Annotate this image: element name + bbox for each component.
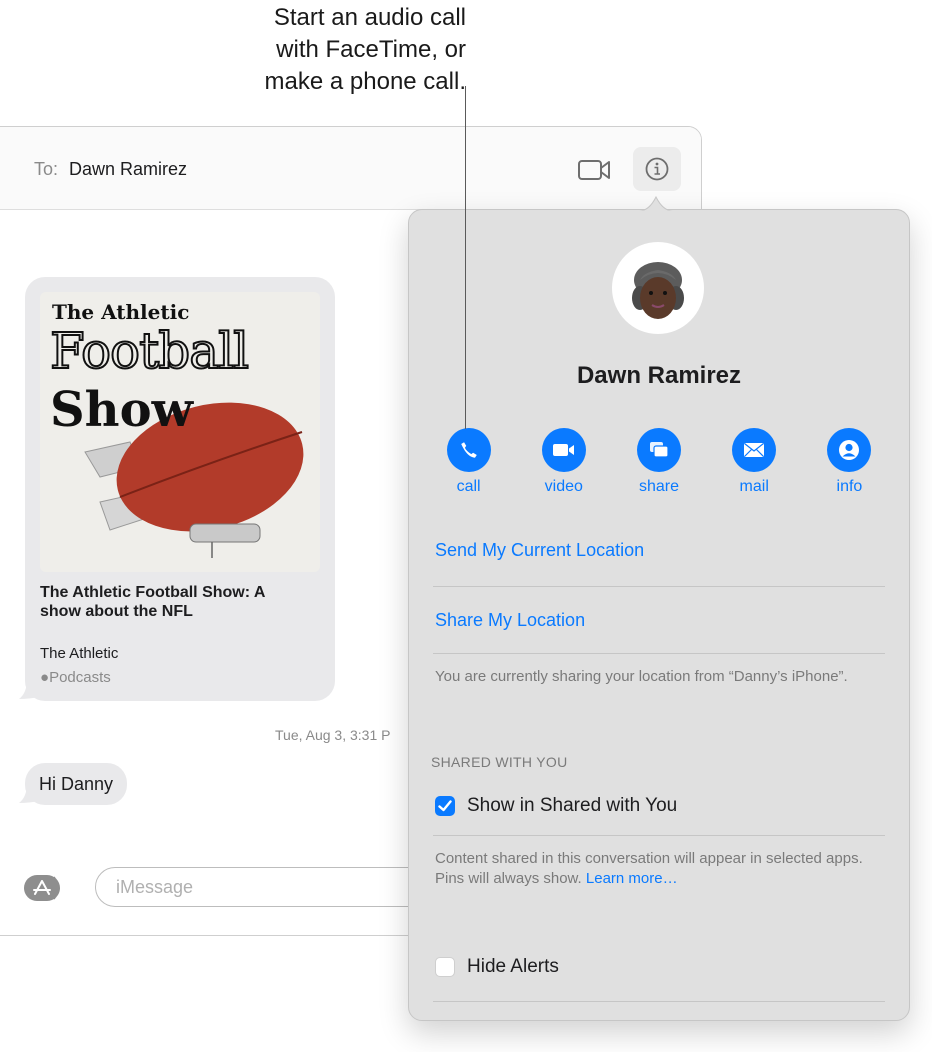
- memoji-avatar-icon: [632, 262, 684, 319]
- share-label: share: [638, 478, 680, 495]
- callout-annotation: Start an audio call with FaceTime, or ma…: [66, 0, 466, 98]
- share-circle: [637, 428, 681, 472]
- imessage-placeholder: iMessage: [116, 877, 194, 897]
- checkmark-icon: [438, 800, 452, 812]
- card-source: The Athletic: [40, 645, 119, 662]
- contact-avatar: [612, 242, 704, 334]
- envelope-icon: [744, 443, 765, 457]
- video-label: video: [544, 478, 583, 495]
- bubble-tail: [19, 783, 39, 803]
- info-label: info: [836, 478, 863, 495]
- video-circle: [541, 428, 586, 472]
- card-app-name: Podcasts: [49, 669, 111, 686]
- call-circle: [446, 428, 491, 472]
- bubble-tail: [19, 679, 39, 699]
- send-current-location-link[interactable]: Send My Current Location: [435, 540, 644, 561]
- hide-alerts-checkbox[interactable]: [435, 957, 455, 977]
- callout-line-1: Start an audio call: [273, 4, 466, 31]
- show-in-shared-row[interactable]: Show in Shared with You: [435, 795, 677, 817]
- mail-button[interactable]: mail: [707, 428, 802, 496]
- shared-with-you-header: SHARED WITH YOU: [431, 754, 568, 770]
- share-my-location-link[interactable]: Share My Location: [435, 610, 585, 631]
- podcast-artwork: The Athletic Football Show: [40, 292, 320, 572]
- apple-logo-icon: ●: [40, 669, 50, 686]
- show-in-shared-checkbox[interactable]: [435, 796, 455, 816]
- phone-icon: [460, 442, 477, 458]
- card-title: The Athletic Football Show: A show about…: [40, 584, 265, 620]
- learn-more-link[interactable]: Learn more…: [586, 870, 678, 887]
- show-in-shared-label: Show in Shared with You: [467, 795, 678, 816]
- apps-button[interactable]: [24, 875, 70, 901]
- divider: [433, 653, 885, 654]
- screen-share-icon: [650, 442, 669, 458]
- mail-label: mail: [739, 478, 769, 495]
- app-store-icon: [24, 875, 60, 901]
- message-bubble[interactable]: Hi Danny: [25, 763, 128, 805]
- person-icon: [839, 440, 860, 460]
- divider: [433, 1001, 885, 1002]
- call-button[interactable]: call: [421, 428, 516, 496]
- callout-line-3: make a phone call.: [264, 68, 466, 95]
- divider: [433, 835, 885, 836]
- hide-alerts-row[interactable]: Hide Alerts: [435, 956, 559, 978]
- video-camera-icon[interactable]: [578, 159, 612, 181]
- podcast-link-bubble[interactable]: The Athletic Football Show The Athletic …: [25, 277, 335, 701]
- info-icon: [645, 157, 669, 181]
- hide-alerts-label: Hide Alerts: [467, 956, 559, 977]
- share-button[interactable]: share: [611, 428, 706, 496]
- location-sharing-note: You are currently sharing your location …: [435, 668, 848, 685]
- recipient-name[interactable]: Dawn Ramirez: [69, 159, 187, 180]
- callout-pointer-line: [465, 86, 466, 429]
- info-button[interactable]: [633, 147, 681, 191]
- popover-arrow: [639, 196, 673, 212]
- video-icon: [552, 444, 574, 456]
- shared-content-note: Content shared in this conversation will…: [435, 849, 889, 889]
- artwork-title-show: Show: [50, 382, 193, 438]
- details-popover: Dawn Ramirez call video share mail info …: [408, 196, 910, 1021]
- callout-line-2: with FaceTime, or: [276, 36, 466, 63]
- card-app-label: ●Podcasts: [40, 669, 111, 686]
- message-timestamp: Tue, Aug 3, 3:31 P: [275, 727, 391, 743]
- divider: [433, 586, 885, 587]
- contact-actions: call video share mail info: [417, 428, 901, 496]
- mail-circle: [732, 428, 777, 472]
- call-label: call: [456, 478, 481, 495]
- contact-name: Dawn Ramirez: [576, 362, 742, 389]
- video-button[interactable]: video: [516, 428, 611, 496]
- conversation-header: To: Dawn Ramirez: [0, 127, 701, 210]
- to-label: To:: [34, 159, 59, 179]
- info-circle: [827, 428, 872, 472]
- info-contact-button[interactable]: info: [802, 428, 897, 496]
